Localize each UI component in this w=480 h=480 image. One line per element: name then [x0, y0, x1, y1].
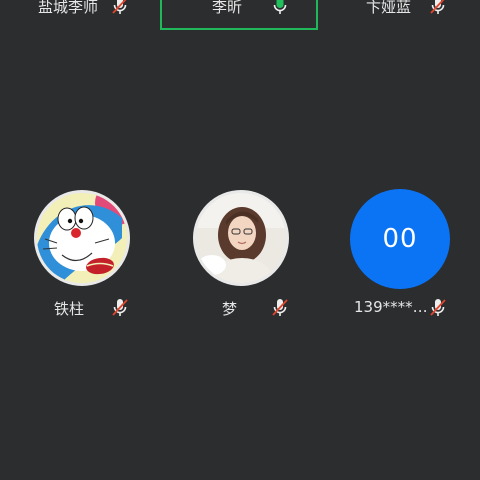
participant-name: 139****… — [354, 298, 428, 316]
mic-muted-icon — [430, 299, 446, 316]
avatar — [193, 190, 289, 286]
mic-active-icon — [273, 0, 287, 14]
mic-muted-icon — [272, 299, 288, 316]
participant-tile-top-3[interactable]: 卞娅蓝 — [320, 0, 480, 32]
mic-muted-icon — [112, 0, 127, 14]
avatar — [34, 190, 130, 286]
participant-name: 盐城李师 — [38, 0, 99, 16]
participant-name: 李昕 — [212, 0, 243, 16]
participant-tile-1[interactable]: 铁柱 — [0, 180, 160, 330]
participant-name: 铁柱 — [54, 300, 85, 318]
participant-tile-3[interactable]: 00 139****… — [320, 180, 480, 330]
avatar-initials: 00 — [350, 189, 450, 289]
participant-tile-2[interactable]: 梦 — [160, 180, 320, 330]
participant-name: 卞娅蓝 — [366, 0, 412, 16]
participant-tile-top-1[interactable]: 盐城李师 — [0, 0, 160, 32]
participant-name: 梦 — [222, 300, 238, 318]
user-photo-image — [196, 193, 286, 283]
mic-muted-icon — [112, 299, 128, 316]
doraemon-image — [37, 193, 127, 283]
mic-muted-icon — [430, 0, 445, 14]
participant-tile-top-2[interactable]: 李昕 — [160, 0, 320, 32]
